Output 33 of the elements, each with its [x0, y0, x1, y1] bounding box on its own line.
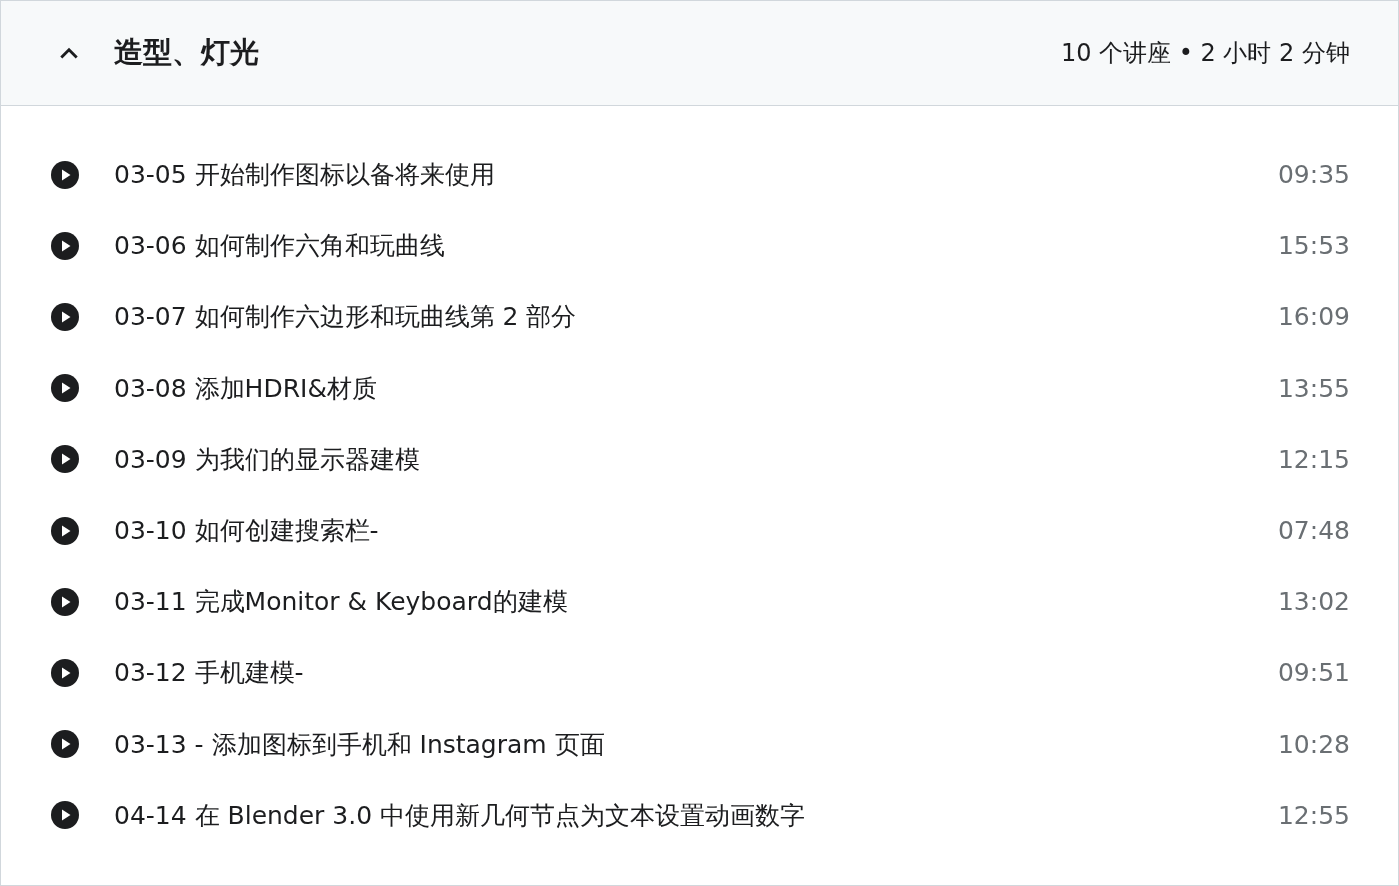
lecture-title[interactable]: 03-10 如何创建搜索栏- [114, 514, 1278, 548]
lecture-duration: 16:09 [1277, 302, 1350, 332]
lecture-title[interactable]: 03-05 开始制作图标以备将来使用 [114, 158, 1278, 192]
lecture-title[interactable]: 03-09 为我们的显示器建模 [114, 442, 1278, 476]
section-title: 造型、灯光 [114, 34, 260, 71]
lecture-duration: 10:28 [1277, 729, 1350, 759]
lecture-duration: 09:51 [1277, 658, 1350, 688]
lecture-title[interactable]: 03-06 如何制作六角和玩曲线 [114, 229, 1278, 263]
play-icon[interactable] [51, 587, 79, 616]
lecture-duration: 09:35 [1277, 160, 1350, 190]
lecture-title[interactable]: 03-12 手机建模- [114, 656, 1278, 690]
lecture-title[interactable]: 04-14 在 Blender 3.0 中使用新几何节点为文本设置动画数字 [114, 798, 1278, 832]
play-icon[interactable] [51, 231, 79, 260]
lecture-duration: 13:02 [1277, 587, 1350, 617]
play-icon[interactable] [51, 374, 79, 403]
play-icon[interactable] [51, 516, 79, 545]
lecture-duration: 15:53 [1277, 231, 1350, 261]
lecture-title[interactable]: 03-08 添加HDRI&材质 [114, 371, 1278, 405]
section-header[interactable]: 造型、灯光 10 个讲座 • 2 小时 2 分钟 [1, 1, 1398, 106]
play-icon[interactable] [51, 445, 79, 474]
lecture-duration: 12:55 [1277, 800, 1350, 830]
lecture-duration: 07:48 [1277, 516, 1350, 546]
lecture-duration: 12:15 [1277, 444, 1350, 474]
lecture-title[interactable]: 03-13 - 添加图标到手机和 Instagram 页面 [114, 727, 1278, 761]
play-icon[interactable] [51, 658, 79, 687]
play-icon[interactable] [51, 730, 79, 759]
lecture-duration: 13:55 [1277, 373, 1350, 403]
play-icon[interactable] [51, 160, 79, 189]
lecture-title[interactable]: 03-11 完成Monitor & Keyboard的建模 [114, 585, 1278, 619]
lecture-title[interactable]: 03-07 如何制作六边形和玩曲线第 2 部分 [114, 300, 1278, 334]
play-icon[interactable] [51, 801, 79, 830]
section-summary: 10 个讲座 • 2 小时 2 分钟 [1061, 38, 1350, 69]
play-icon[interactable] [51, 302, 79, 331]
